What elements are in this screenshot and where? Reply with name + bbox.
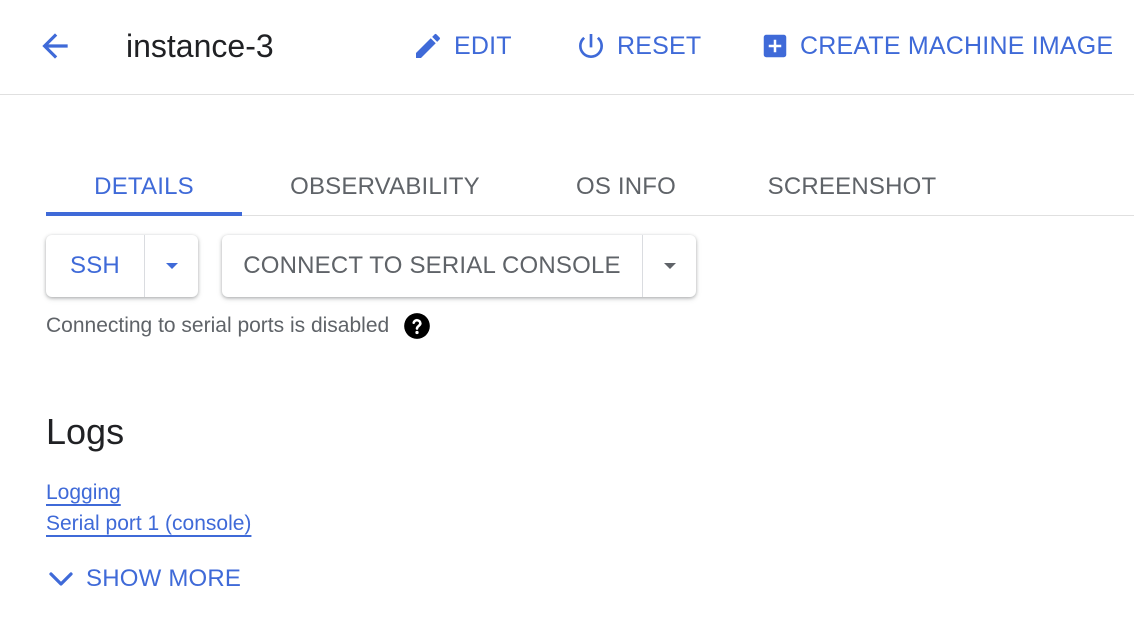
serial-disabled-note: Connecting to serial ports is disabled [46,312,431,340]
show-more-button[interactable]: SHOW MORE [46,562,241,596]
pencil-icon [416,33,441,58]
edit-label: EDIT [454,31,512,60]
caret-down-icon [165,263,178,269]
edit-button[interactable]: EDIT [412,28,512,64]
ssh-button[interactable]: SSH [46,235,144,297]
reset-label: RESET [617,31,702,60]
tab-os-info[interactable]: OS INFO [556,158,696,216]
serial-console-dropdown-button[interactable] [642,235,696,297]
add-box-icon [763,34,787,58]
serial-disabled-text: Connecting to serial ports is disabled [46,314,390,337]
create-machine-image-button[interactable]: CREATE MACHINE IMAGE [760,28,1113,64]
connect-serial-console-button[interactable]: CONNECT TO SERIAL CONSOLE [222,235,642,297]
logs-heading: Logs [46,411,125,452]
active-tab-indicator [46,212,242,216]
page-header: instance-3 EDIT RESET CREATE MACHINE IMA… [0,0,1134,95]
page-title: instance-3 [126,28,274,64]
tab-observability[interactable]: OBSERVABILITY [270,158,500,216]
show-more-label: SHOW MORE [86,565,242,592]
logging-link[interactable]: Logging [46,480,121,506]
tab-screenshot[interactable]: SCREENSHOT [752,158,952,216]
serial-console-split-button: CONNECT TO SERIAL CONSOLE [222,235,696,297]
caret-down-icon [663,263,676,269]
arrow-back-icon[interactable] [36,27,74,65]
power-icon [579,34,603,58]
ssh-dropdown-button[interactable] [144,235,198,297]
tab-bar: DETAILS OBSERVABILITY OS INFO SCREENSHOT [46,158,1134,216]
serial-port-1-link[interactable]: Serial port 1 (console) [46,511,251,537]
chevron-down-icon [49,572,73,586]
ssh-split-button: SSH [46,235,198,297]
reset-button[interactable]: RESET [575,28,701,64]
help-icon[interactable] [403,312,431,340]
tab-details[interactable]: DETAILS [46,158,242,216]
create-machine-image-label: CREATE MACHINE IMAGE [800,31,1114,60]
